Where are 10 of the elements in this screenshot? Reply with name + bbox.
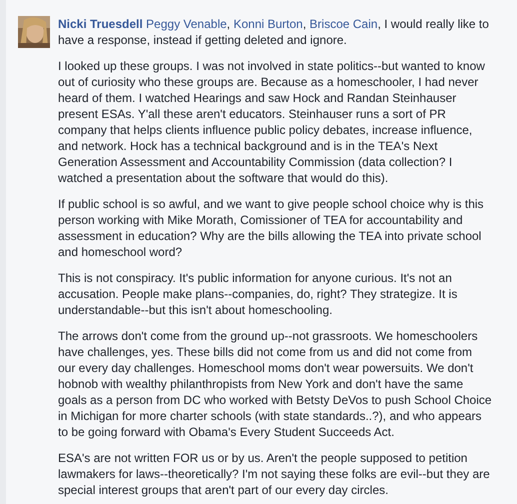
comment-paragraph: I looked up these groups. I was not involved in state politics--but wanted to know out of curiosity who these groups are. Because as a homeschooler, I had never heard of them. I watched Hearings and saw Hock and Randan Steinhauser present ESAs. Y'all these aren't educators. Steinhauser runs a sort of PR company that helps clients influence public policy debates, increase influence, and network. Hock has a technical background and is in the TEA's Next Generation Assessment and Accountability Commission (data collection? I watched a presentation about the software that would do this). xyxy=(58,58,486,186)
mention-link[interactable]: Briscoe Cain xyxy=(310,17,378,31)
comment-paragraph: ESA's are not written FOR us or by us. Aren't the people supposed to petition lawmakers for laws--theoretically? I'm not saying these folks are evil--but they are special interest groups that aren't part of our every day circles. xyxy=(58,450,491,498)
comment-paragraph: The arrows don't come from the ground up--not grassroots. We homeschoolers have challenges, yes. These bills did not come from us and did not come from our every day challenges. Homeschool moms don't wear powersuits. We don't hobnob with wealthy philanthropists from New York and don't have the same goals as a person from DC who worked with Betsty DeVos to push School Choice in Michigan for more charter schools (with state standards..?), and who appears to be going forward with Obama's Every Student Succeeds Act. xyxy=(58,328,492,440)
mention-link[interactable]: Peggy Venable xyxy=(146,17,227,31)
comment-text: Nicki Truesdell Peggy Venable, Konni Burton, Briscoe Cain, I would really like to have a response, instead if getting deleted and ignore. xyxy=(58,16,490,48)
comment-paragraph: This is not conspiracy. It's public information for anyone curious. It's not an accusation. People make plans--companies, do, right? They strategize. It is understandable--but this isn't about homeschooling. xyxy=(58,270,458,318)
author-link[interactable]: Nicki Truesdell xyxy=(58,17,143,31)
mention-link[interactable]: Konni Burton xyxy=(233,17,303,31)
comment-paragraph: If public school is so awful, and we want to give people school choice why is this person working with Mike Morath, Comissioner of TEA for accountability and assessment in education? Why are the bills allowing the TEA into private school and homeschool word? xyxy=(58,196,485,260)
